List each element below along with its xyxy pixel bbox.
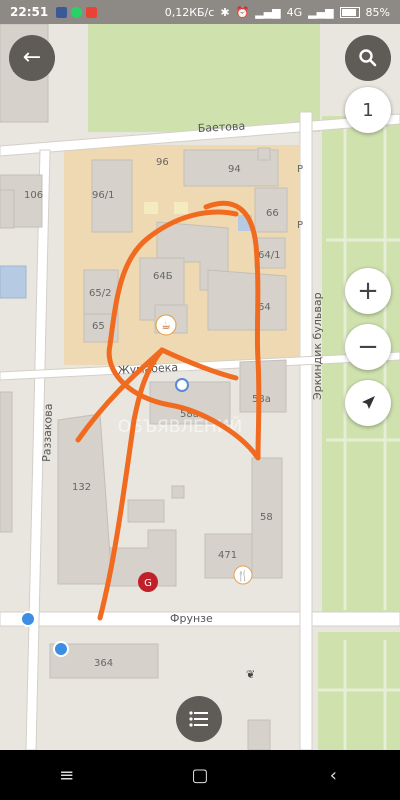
building-label: 471 [218, 550, 237, 561]
building-label: 94 [228, 164, 241, 175]
building-label: 65/2 [89, 288, 111, 299]
street-label-razzakova: Раззакова [40, 403, 55, 462]
svg-text:❦: ❦ [246, 668, 255, 681]
locate-button[interactable] [345, 380, 391, 426]
building-label: 64Б [153, 271, 173, 282]
building-label: 96 [156, 157, 169, 168]
restaurant-icon[interactable]: G [138, 572, 158, 592]
plus-icon: + [357, 276, 379, 306]
network-speed: 0,12КБ/с [164, 5, 215, 19]
map-view[interactable]: Баетова Фрунзе Раззакова Эркиндик бульва… [0, 24, 400, 750]
transit-icon[interactable] [175, 378, 189, 392]
signal-icon: ▂▄▆ [255, 5, 281, 19]
list-button[interactable] [176, 696, 222, 742]
food-icon[interactable]: 🍴 [233, 565, 253, 585]
android-nav-bar: ≡ ▢ ‹ [0, 750, 400, 800]
svg-text:☕: ☕ [161, 319, 171, 332]
status-bar: 22:51 0,12КБ/с ✱ ⏰ ▂▄▆ 4G ▂▄▆ 85% [0, 0, 400, 24]
battery-level: 85% [365, 5, 390, 19]
building-label: 58а [252, 394, 271, 405]
signal-icon-2: ▂▄▆ [308, 5, 334, 19]
map-canvas: Баетова Фрунзе Раззакова Эркиндик бульва… [0, 24, 400, 750]
svg-text:🍴: 🍴 [237, 569, 249, 582]
shop-yellow-1 [144, 202, 158, 214]
park-top [88, 24, 320, 132]
status-right: 0,12КБ/с ✱ ⏰ ▂▄▆ 4G ▂▄▆ 85% [165, 0, 390, 24]
layer-button[interactable]: 1 [345, 87, 391, 133]
search-button[interactable] [345, 35, 391, 81]
building-label: 58 [260, 512, 273, 523]
street-label-baetova: Баетова [197, 120, 245, 135]
building-label: 96/1 [92, 190, 114, 201]
arrow-left-icon: ← [22, 45, 42, 70]
status-time: 22:51 [10, 5, 49, 19]
parking-label: P [297, 220, 303, 231]
navigation-arrow-icon [362, 396, 375, 409]
battery-icon [339, 6, 360, 18]
location-dot[interactable] [20, 611, 36, 627]
back-icon[interactable]: ‹ [303, 765, 363, 786]
cafe-icon[interactable]: ☕ [155, 314, 177, 336]
building-label: 106 [24, 190, 43, 201]
google-icon [86, 6, 98, 18]
whatsapp-icon [71, 6, 83, 18]
zoom-in-button[interactable]: + [345, 268, 391, 314]
back-button[interactable]: ← [9, 35, 55, 81]
network-type: 4G [286, 5, 303, 19]
location-dot[interactable] [53, 641, 69, 657]
building-label: 364 [94, 658, 113, 669]
menu-icon[interactable]: ≡ [37, 765, 97, 786]
parking-label: P [297, 164, 303, 175]
building-label: 132 [72, 482, 91, 493]
zoom-out-button[interactable]: − [345, 324, 391, 370]
building-label: 66 [266, 208, 279, 219]
facebook-icon [56, 6, 68, 18]
pin-icon[interactable]: ❦ [246, 668, 255, 681]
building-label: 65 [92, 321, 105, 332]
bluetooth-icon: ✱ [220, 5, 230, 19]
street-label-frunze: Фрунзе [170, 612, 213, 625]
layer-number: 1 [362, 99, 374, 121]
street-erkindik [299, 111, 313, 750]
minus-icon: − [357, 332, 379, 362]
home-icon[interactable]: ▢ [170, 765, 230, 786]
list-icon [189, 711, 208, 727]
building-label: 64/1 [258, 250, 280, 261]
alarm-icon: ⏰ [235, 5, 250, 19]
building-blue [0, 265, 27, 299]
svg-text:G: G [144, 578, 152, 589]
street-label-erkindik: Эркиндик бульвар [311, 292, 324, 400]
search-icon [359, 49, 377, 67]
shop-yellow-2 [174, 202, 188, 214]
